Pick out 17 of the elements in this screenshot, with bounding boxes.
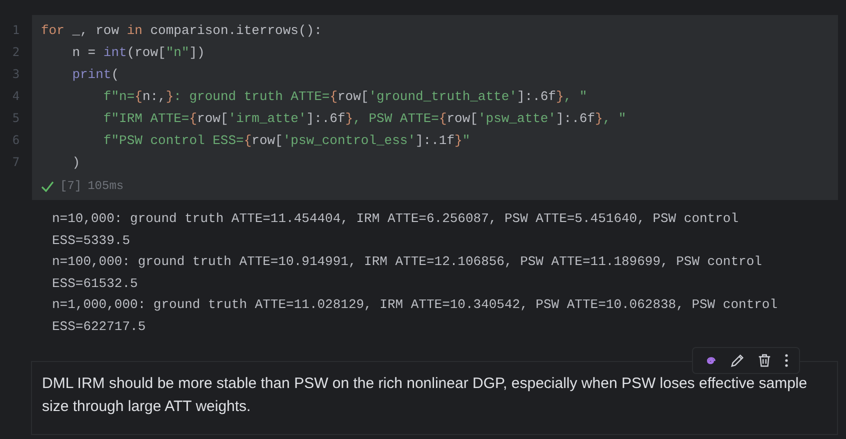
delete-icon[interactable] <box>757 352 772 368</box>
code-cell[interactable] <box>0 15 838 200</box>
code-line: print( <box>71 67 120 84</box>
execution-count: [7] <box>60 179 82 193</box>
code-line: f"IRM ATTE={row['irm_atte']:.6f}, PSW ATTE={row['psw_atte']:.6f}, " <box>102 111 626 128</box>
execution-time: 105ms <box>88 179 124 193</box>
more-icon[interactable] <box>784 352 789 368</box>
code-line: f"PSW control ESS={row['psw_control_ess']:.1f}" <box>102 133 472 150</box>
code-line: for _, row in comparison.iterrows(): <box>41 23 323 40</box>
code-line: f"n={n:,}: ground truth ATTE={row['ground_truth_atte']:.6f}, " <box>102 89 588 106</box>
code-line: ) <box>71 155 82 172</box>
markdown-text: DML IRM should be more stable than PSW on the rich nonlinear DGP, especially when PSW loses effective sample size through large ATT weights. <box>42 374 808 415</box>
edit-icon[interactable] <box>730 352 745 368</box>
code-line: n = int(row["n"]) <box>71 45 206 62</box>
markdown-cell[interactable]: DML IRM should be more stable than PSW on the rich nonlinear DGP, especially when PSW loses effective sample size through large ATT weights. <box>31 360 838 435</box>
check-icon <box>41 180 54 192</box>
output-line: n=1,000,000: ground truth ATTE=11.028129, IRM ATTE=10.340542, PSW ATTE=10.062838, PSW control ESS=622717.5 <box>52 296 779 336</box>
